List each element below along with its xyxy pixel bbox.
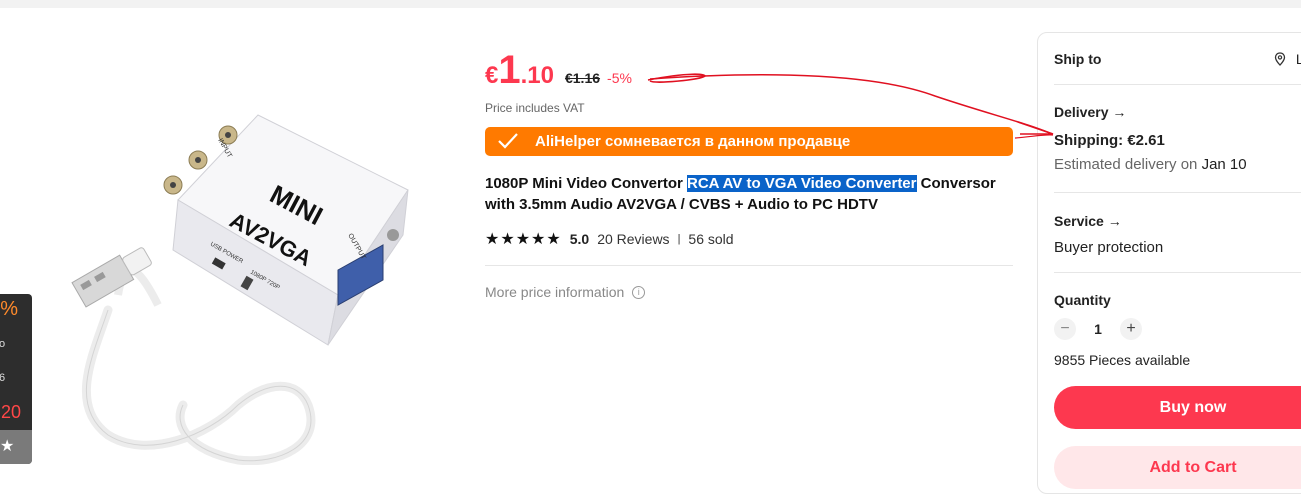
ship-to-selector[interactable]: L bbox=[1274, 51, 1301, 67]
reviews-link[interactable]: 20 Reviews bbox=[597, 231, 669, 247]
top-bar bbox=[0, 0, 1301, 8]
quantity-minus-button[interactable]: − bbox=[1054, 318, 1076, 340]
favorite-star-icon[interactable]: ★ bbox=[0, 430, 32, 464]
title-selected-text: RCA AV to VGA Video Converter bbox=[687, 175, 917, 192]
card-divider bbox=[1054, 192, 1301, 193]
panel-percent: % bbox=[0, 298, 18, 320]
price-row: € 1 .10 €1.16 -5% bbox=[485, 50, 632, 92]
product-title: 1080P Mini Video Convertor RCA AV to VGA… bbox=[485, 173, 1025, 215]
original-price: €1.16 bbox=[564, 70, 601, 86]
sold-count: 56 sold bbox=[688, 231, 734, 247]
alihelper-banner[interactable]: AliHelper сомневается в данном продавце bbox=[485, 127, 1013, 156]
pieces-available: 9855 Pieces available bbox=[1054, 352, 1191, 368]
more-price-info[interactable]: More price information i bbox=[485, 284, 646, 300]
buyer-protection: Buyer protection bbox=[1054, 239, 1164, 256]
ship-to-label: Ship to bbox=[1054, 51, 1102, 67]
service-link[interactable]: Service → bbox=[1054, 213, 1122, 229]
info-icon[interactable]: i bbox=[632, 285, 646, 299]
more-price-label: More price information bbox=[485, 284, 625, 300]
rating-stars-icon: ★★★★★ bbox=[485, 231, 562, 248]
floating-price-panel[interactable]: % o 6 .20 ★ bbox=[0, 294, 32, 464]
delivery-link[interactable]: Delivery → bbox=[1054, 104, 1126, 120]
panel-text-a: o bbox=[0, 338, 6, 350]
estimated-date: Jan 10 bbox=[1201, 156, 1247, 173]
buy-now-button[interactable]: Buy now bbox=[1054, 386, 1301, 429]
ship-to-value: L bbox=[1295, 51, 1301, 67]
price-currency: € bbox=[485, 62, 499, 89]
product-image[interactable]: MINI AV2VGA INPUT OUTPUT USB POWER 1080P… bbox=[38, 105, 438, 465]
card-divider bbox=[1054, 272, 1301, 273]
quantity-label: Quantity bbox=[1054, 292, 1111, 308]
rating-separator: | bbox=[677, 233, 681, 245]
divider bbox=[485, 265, 1013, 266]
card-divider bbox=[1054, 84, 1301, 85]
check-icon bbox=[498, 133, 518, 149]
price-integer: 1 bbox=[498, 48, 521, 92]
panel-price: .20 bbox=[0, 402, 22, 422]
estimated-prefix: Estimated delivery on bbox=[1054, 156, 1202, 173]
quantity-plus-button[interactable]: + bbox=[1120, 318, 1142, 340]
vat-note: Price includes VAT bbox=[485, 101, 585, 115]
panel-text-b: 6 bbox=[0, 372, 6, 384]
title-text-start: 1080P Mini Video Convertor bbox=[485, 175, 688, 192]
quantity-value[interactable]: 1 bbox=[1076, 321, 1120, 337]
add-to-cart-button[interactable]: Add to Cart bbox=[1054, 446, 1301, 489]
estimated-delivery: Estimated delivery on Jan 10 bbox=[1054, 156, 1247, 173]
shipping-cost: Shipping: €2.61 bbox=[1054, 132, 1165, 149]
price-decimal: .10 bbox=[520, 62, 554, 89]
rating-row: ★★★★★ 5.0 20 Reviews | 56 sold bbox=[485, 229, 734, 249]
alihelper-text: AliHelper сомневается в данном продавце bbox=[535, 133, 851, 150]
rating-score: 5.0 bbox=[569, 231, 590, 247]
location-pin-icon bbox=[1274, 52, 1286, 66]
discount-badge: -5% bbox=[607, 70, 632, 86]
quantity-stepper: − 1 + bbox=[1054, 318, 1142, 340]
